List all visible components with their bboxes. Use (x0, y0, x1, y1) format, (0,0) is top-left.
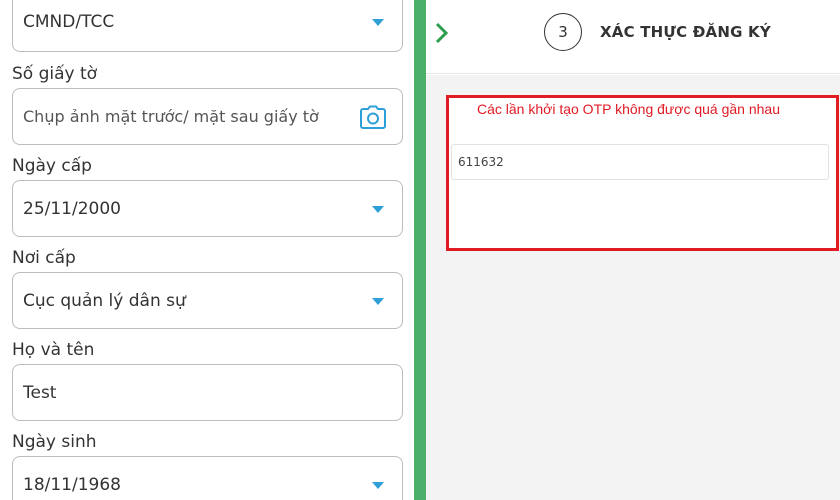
issue-date-select[interactable]: 25/11/2000 (12, 180, 403, 237)
dob-value: 18/11/1968 (23, 474, 121, 495)
step-title: XÁC THỰC ĐĂNG KÝ (600, 23, 771, 41)
issue-place-value: Cục quản lý dân sự (23, 290, 186, 311)
full-name-value: Test (23, 382, 57, 403)
otp-verification-panel: 3 XÁC THỰC ĐĂNG KÝ Các lần khởi tạo OTP … (426, 0, 840, 500)
issue-date-label: Ngày cấp (12, 156, 92, 176)
otp-input[interactable]: 611632 (451, 144, 829, 180)
full-name-input[interactable]: Test (12, 364, 403, 421)
chevron-down-icon (372, 19, 384, 26)
issue-place-label: Nơi cấp (12, 248, 76, 268)
issue-place-select[interactable]: Cục quản lý dân sự (12, 272, 403, 329)
issue-date-value: 25/11/2000 (23, 198, 121, 219)
panel-divider (414, 0, 426, 500)
registration-form-panel: CMND/TCC Số giấy tờ Chụp ảnh mặt trước/ … (0, 0, 414, 500)
camera-icon[interactable] (360, 105, 386, 129)
id-type-value: CMND/TCC (23, 12, 115, 32)
step-header: 3 XÁC THỰC ĐĂNG KÝ (426, 0, 840, 74)
full-name-label: Họ và tên (12, 340, 95, 360)
chevron-down-icon (372, 297, 384, 305)
doc-number-label: Số giấy tờ (12, 64, 98, 84)
step-number-badge: 3 (544, 13, 582, 51)
otp-error-message: Các lần khởi tạo OTP không được quá gần … (477, 101, 780, 117)
dob-label: Ngày sinh (12, 432, 97, 452)
id-type-select[interactable]: CMND/TCC (12, 0, 403, 52)
doc-number-field[interactable]: Chụp ảnh mặt trước/ mặt sau giấy tờ (12, 88, 403, 145)
doc-number-placeholder: Chụp ảnh mặt trước/ mặt sau giấy tờ (23, 107, 319, 126)
chevron-down-icon (372, 205, 384, 213)
chevron-right-icon[interactable] (434, 22, 450, 44)
dob-select[interactable]: 18/11/1968 (12, 456, 403, 500)
chevron-down-icon (372, 481, 384, 489)
otp-highlight-box: Các lần khởi tạo OTP không được quá gần … (446, 95, 839, 251)
